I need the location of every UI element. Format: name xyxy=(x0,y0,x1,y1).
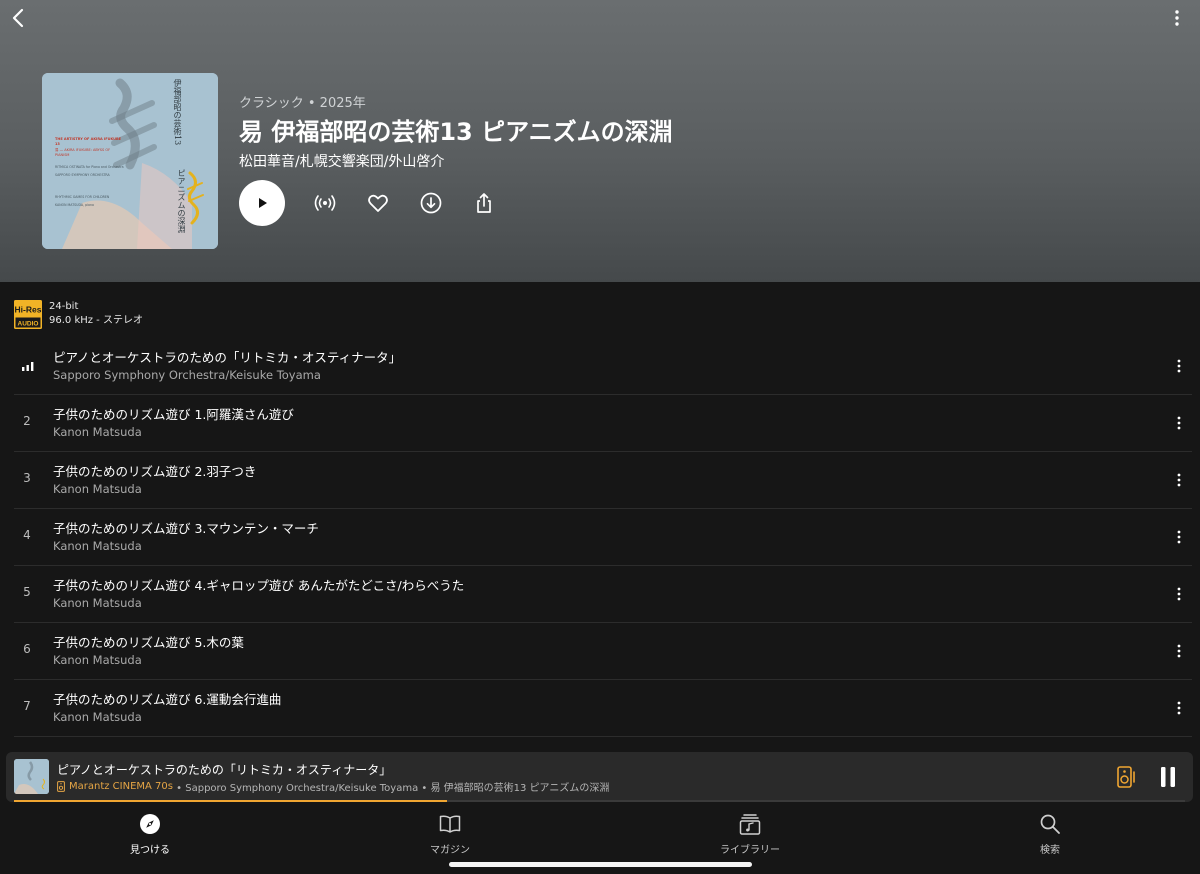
album-cover[interactable]: 伊福部昭の芸術13 ピアニズムの深淵 THE ARTISTRY OF AKIRA… xyxy=(42,73,218,249)
cover-credit-4: KANON MATSUDA, piano xyxy=(55,203,94,207)
tab-magazine-label: マガジン xyxy=(430,845,470,856)
hires-badge-bottom: AUDIO xyxy=(18,320,39,327)
mini-player-subtitle: Marantz CINEMA 70s • Sapporo Symphony Or… xyxy=(57,779,609,794)
cover-credit-3: RHYTHMIC GAMES FOR CHILDREN xyxy=(55,195,110,199)
track-artist: Kanon Matsuda xyxy=(53,653,142,667)
track-artist: Kanon Matsuda xyxy=(53,425,142,439)
track-number: 2 xyxy=(23,414,31,428)
album-artist-link[interactable]: 松田華音/札幌交響楽団/外山啓介 xyxy=(239,151,673,173)
track-number: 4 xyxy=(23,528,31,542)
album-header: 伊福部昭の芸術13 ピアニズムの深淵 THE ARTISTRY OF AKIRA… xyxy=(0,0,1200,282)
download-icon xyxy=(420,192,442,214)
track-artist: Sapporo Symphony Orchestra/Keisuke Toyam… xyxy=(53,368,321,382)
tab-search[interactable]: 検索 xyxy=(990,812,1110,856)
track-artist: Kanon Matsuda xyxy=(53,539,142,553)
speaker-icon xyxy=(1117,766,1135,788)
tab-library-label: ライブラリー xyxy=(720,845,780,856)
now-playing-eq-icon xyxy=(22,362,34,371)
track-artist: Kanon Matsuda xyxy=(53,596,142,610)
book-open-icon xyxy=(439,815,461,833)
album-actions xyxy=(239,180,496,226)
track-title: 子供のためのリズム遊び 2.羽子つき xyxy=(53,464,257,479)
mini-player-artist-album: • Sapporo Symphony Orchestra/Keisuke Toy… xyxy=(173,783,610,794)
pause-button[interactable] xyxy=(1159,766,1177,788)
track-title: 子供のためのリズム遊び 1.阿羅漢さん遊び xyxy=(53,407,294,422)
track-title: 子供のためのリズム遊び 6.運動会行進曲 xyxy=(53,692,282,707)
cover-english-title: THE ARTISTRY OF AKIRA IFUKUBE 13 xyxy=(55,137,122,146)
mini-player-device: Marantz CINEMA 70s xyxy=(69,781,173,792)
back-icon[interactable] xyxy=(8,6,30,30)
pause-icon xyxy=(1161,767,1175,787)
track-artist: Kanon Matsuda xyxy=(53,710,142,724)
genre-year: クラシック • 2025年 xyxy=(239,96,366,111)
track-row[interactable]: 5 子供のためのリズム遊び 4.ギャロップ遊び あんたがたどこさ/わらべうた K… xyxy=(14,566,1192,623)
share-icon xyxy=(477,193,491,213)
track-title: 子供のためのリズム遊び 4.ギャロップ遊び あんたがたどこさ/わらべうた xyxy=(53,578,465,593)
track-title: 子供のためのリズム遊び 3.マウンテン・マーチ xyxy=(53,521,319,536)
sample-rate: 96.0 kHz - ステレオ xyxy=(49,315,143,326)
track-row[interactable]: 6 子供のためのリズム遊び 5.木の葉 Kanon Matsuda xyxy=(14,623,1192,680)
track-row[interactable]: 7 子供のためのリズム遊び 6.運動会行進曲 Kanon Matsuda xyxy=(14,680,1192,737)
play-button[interactable] xyxy=(239,180,285,226)
mini-player-title: ピアノとオーケストラのための「リトミカ・オスティナータ」 xyxy=(57,763,392,777)
cover-vertical-title: 伊福部昭の芸術13 xyxy=(173,79,182,146)
track-more-icon[interactable] xyxy=(1174,643,1184,659)
tab-search-label: 検索 xyxy=(1040,845,1060,856)
more-vertical-icon[interactable] xyxy=(1172,8,1182,28)
album-meta: クラシック • 2025年 易 伊福部昭の芸術13 ピアニズムの深淵 松田華音/… xyxy=(239,95,673,173)
hires-audio-badge: Hi-Res AUDIO xyxy=(14,299,42,329)
track-row[interactable]: ピアノとオーケストラのための「リトミカ・オスティナータ」 Sapporo Sym… xyxy=(14,338,1192,395)
track-more-icon[interactable] xyxy=(1174,472,1184,488)
track-title: 子供のためのリズム遊び 5.木の葉 xyxy=(53,635,244,650)
cover-credit-2: SAPPORO SYMPHONY ORCHESTRA xyxy=(55,173,110,177)
cover-vertical-subtitle: ピアニズムの深淵 xyxy=(177,169,186,233)
compass-icon xyxy=(140,814,160,834)
track-list: ピアノとオーケストラのための「リトミカ・オスティナータ」 Sapporo Sym… xyxy=(14,338,1192,752)
home-indicator xyxy=(449,862,752,867)
track-more-icon[interactable] xyxy=(1174,586,1184,602)
track-more-icon[interactable] xyxy=(1174,529,1184,545)
radio-broadcast-icon xyxy=(314,195,336,211)
album-title: 易 伊福部昭の芸術13 ピアニズムの深淵 xyxy=(239,118,673,146)
cover-english-sub: 易 — AKIRA IFUKUBE: ABYSS OF PIANISM xyxy=(55,148,111,157)
search-icon xyxy=(1040,814,1060,834)
tab-discover-label: 見つける xyxy=(130,845,170,856)
track-number: 3 xyxy=(23,471,31,485)
track-row[interactable]: 2 子供のためのリズム遊び 1.阿羅漢さん遊び Kanon Matsuda xyxy=(14,395,1192,452)
mini-player-artwork xyxy=(14,759,49,794)
track-title: ピアノとオーケストラのための「リトミカ・オスティナータ」 xyxy=(53,350,402,365)
music-library-icon xyxy=(739,814,761,835)
play-icon xyxy=(259,198,267,208)
speaker-device-icon xyxy=(57,781,65,792)
track-row[interactable]: 3 子供のためのリズム遊び 2.羽子つき Kanon Matsuda xyxy=(14,452,1192,509)
download-button[interactable] xyxy=(419,191,443,215)
track-artist: Kanon Matsuda xyxy=(53,482,142,496)
playback-progress-bar[interactable] xyxy=(14,800,1185,802)
playback-progress-fill xyxy=(14,800,448,802)
audio-quality: Hi-Res AUDIO 24-bit 96.0 kHz - ステレオ xyxy=(14,299,143,329)
bit-depth: 24-bit xyxy=(49,301,79,312)
mini-player[interactable]: ピアノとオーケストラのための「リトミカ・オスティナータ」 Marantz CIN… xyxy=(6,752,1193,802)
heart-icon xyxy=(368,194,388,212)
track-more-icon[interactable] xyxy=(1174,415,1184,431)
track-number: 5 xyxy=(23,585,31,599)
share-button[interactable] xyxy=(472,191,496,215)
connected-speaker-button[interactable] xyxy=(1117,766,1137,788)
radio-button[interactable] xyxy=(313,191,337,215)
track-number: 6 xyxy=(23,642,31,656)
track-more-icon[interactable] xyxy=(1174,700,1184,716)
tab-magazine[interactable]: マガジン xyxy=(390,812,510,856)
tab-discover[interactable]: 見つける xyxy=(90,812,210,856)
hires-badge-top: Hi-Res xyxy=(15,304,42,314)
track-row[interactable]: 4 子供のためのリズム遊び 3.マウンテン・マーチ Kanon Matsuda xyxy=(14,509,1192,566)
track-more-icon[interactable] xyxy=(1174,358,1184,374)
favorite-button[interactable] xyxy=(366,191,390,215)
cover-credit-1: RITMICA OSTINATA for Piano and Orchestra xyxy=(55,165,124,169)
track-number: 7 xyxy=(23,699,31,713)
tab-library[interactable]: ライブラリー xyxy=(690,812,810,856)
